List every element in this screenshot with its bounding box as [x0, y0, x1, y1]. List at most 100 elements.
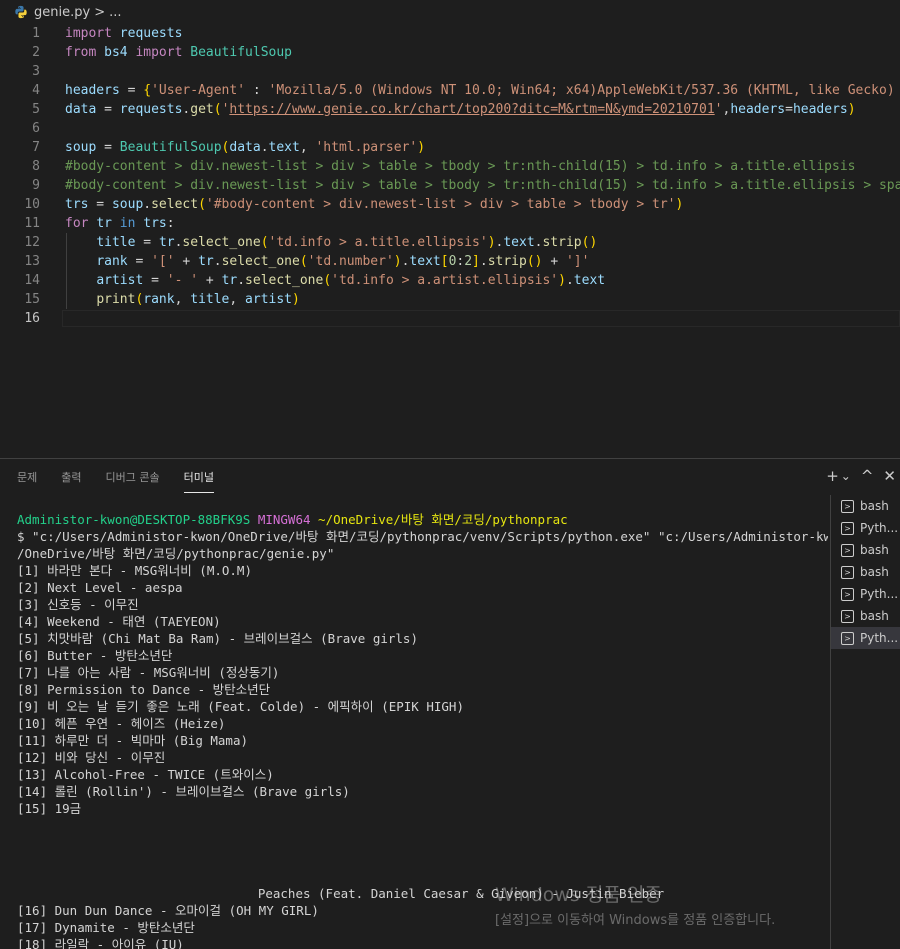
code-line[interactable]: 1 import requests — [0, 24, 900, 43]
close-panel-icon[interactable]: ✕ — [883, 467, 896, 485]
terminal-icon: > — [841, 499, 854, 513]
terminal-command-line-2: /OneDrive/바탕 화면/코딩/pythonprac/genie.py" — [17, 546, 335, 561]
code-line[interactable]: 10 trs = soup.select('#body-content > div… — [0, 195, 900, 214]
terminal-output-line: [1] 바라만 본다 - MSG워너비 (M.O.M) — [17, 563, 252, 578]
panel-tab[interactable]: 디버그 콘솔 — [106, 461, 160, 493]
line-number: 3 — [32, 64, 40, 79]
terminal-list-label: bash — [860, 565, 889, 579]
code-line[interactable]: 8 #body-content > div.newest-list > div >… — [0, 157, 900, 176]
line-number: 15 — [24, 292, 40, 307]
line-number: 5 — [32, 102, 40, 117]
code-line[interactable]: 15 print(rank, title, artist) — [0, 290, 900, 309]
prompt-path: ~/OneDrive/바탕 화면/코딩/pythonprac — [318, 512, 568, 527]
python-file-icon — [15, 5, 27, 19]
line-number: 2 — [32, 45, 40, 60]
terminal-output-line: [9] 비 오는 날 듣기 좋은 노래 (Feat. Colde) - 에픽하이… — [17, 699, 464, 714]
prompt-env: MINGW64 — [257, 512, 311, 527]
line-number: 11 — [24, 216, 40, 231]
breadcrumb: genie.py > ... — [0, 0, 900, 24]
code-text: data = requests.get('https://www.genie.c… — [65, 102, 856, 117]
code-text: print(rank, title, artist) — [96, 292, 300, 307]
terminal-output-line: [3] 신호등 - 이무진 — [17, 597, 139, 612]
terminal-list-item[interactable]: > bash — [831, 539, 900, 561]
terminal-output-line: [4] Weekend - 태연 (TAEYEON) — [17, 614, 221, 629]
watermark-subtitle: [설정]으로 이동하여 Windows를 정품 인증합니다. — [495, 913, 776, 928]
add-terminal-icon[interactable]: + — [826, 467, 839, 485]
terminal-output-line: [6] Butter - 방탄소년단 — [17, 648, 173, 663]
code-line[interactable]: 5 data = requests.get('https://www.genie.… — [0, 100, 900, 119]
terminal-list-item[interactable]: > bash — [831, 495, 900, 517]
line-number: 4 — [32, 83, 40, 98]
terminal-list-label: Pyth... — [860, 587, 899, 601]
terminal-list-item[interactable]: > bash — [831, 561, 900, 583]
terminal-list: > bash > Pyth... > bash > bash > Pyth... > bash > Pyt… — [830, 495, 900, 949]
code-line[interactable]: 16 — [0, 309, 900, 328]
terminal-icon: > — [841, 521, 854, 535]
panel-tab[interactable]: 문제 — [17, 461, 37, 493]
terminal-list-label: Pyth... — [860, 631, 899, 645]
code-text: rank = '[' + tr.select_one('td.number').… — [96, 254, 590, 269]
line-number: 6 — [32, 121, 40, 136]
code-line[interactable]: 7 soup = BeautifulSoup(data.text, 'html.p… — [0, 138, 900, 157]
chevron-right-icon: > — [94, 4, 106, 20]
terminal-output-line: [8] Permission to Dance - 방탄소년단 — [17, 682, 271, 697]
code-line[interactable]: 11 for tr in trs: — [0, 214, 900, 233]
chevron-down-icon[interactable]: ⌄ — [841, 469, 851, 483]
code-line[interactable]: 6 — [0, 119, 900, 138]
code-editor[interactable]: 1 import requests 2 from bs4 import Beautif… — [0, 24, 900, 458]
terminal-list-label: bash — [860, 543, 889, 557]
terminal-output-line: [5] 치맛바람 (Chi Mat Ba Ram) - 브레이브걸스 (Brav… — [17, 631, 418, 646]
prompt-user: Administor-kwon@DESKTOP-88BFK9S — [17, 512, 251, 527]
code-line[interactable]: 3 — [0, 62, 900, 81]
breadcrumb-more[interactable]: ... — [109, 5, 121, 20]
terminal-output-line: [11] 하루만 더 - 빅마마 (Big Mama) — [17, 733, 249, 748]
code-text: soup = BeautifulSoup(data.text, 'html.pa… — [65, 140, 426, 155]
panel-tab[interactable]: 출력 — [61, 461, 81, 493]
breadcrumb-file[interactable]: genie.py — [34, 5, 90, 20]
current-line-highlight — [62, 310, 900, 327]
maximize-panel-icon[interactable]: ^ — [861, 467, 874, 485]
windows-activation-watermark: Windows 정품 인증 [설정]으로 이동하여 Windows를 정품 인증… — [495, 880, 835, 928]
code-text: #body-content > div.newest-list > div > … — [65, 178, 900, 193]
code-line[interactable]: 2 from bs4 import BeautifulSoup — [0, 43, 900, 62]
panel-tabs: 문제 출력 디버그 콘솔 터미널 — [0, 459, 238, 495]
terminal-list-item[interactable]: > Pyth... — [831, 583, 900, 605]
terminal-icon: > — [841, 543, 854, 557]
terminal-list-item[interactable]: > Pyth... — [831, 627, 900, 649]
code-text: artist = '- ' + tr.select_one('td.info >… — [96, 273, 606, 288]
terminal-output-line: [15] 19금 — [17, 801, 82, 816]
code-text: #body-content > div.newest-list > div > … — [65, 159, 856, 174]
terminal-list-item[interactable]: > bash — [831, 605, 900, 627]
terminal-list-item[interactable]: > Pyth... — [831, 517, 900, 539]
terminal-list-label: bash — [860, 499, 889, 513]
line-number: 12 — [24, 235, 40, 250]
terminal-icon: > — [841, 587, 854, 601]
line-number: 9 — [32, 178, 40, 193]
terminal-output-line: [10] 헤픈 우연 - 헤이즈 (Heize) — [17, 716, 226, 731]
code-text: headers = {'User-Agent' : 'Mozilla/5.0 (… — [65, 83, 895, 98]
watermark-title: Windows 정품 인증 — [495, 884, 662, 906]
panel-tab[interactable]: 터미널 — [183, 461, 215, 493]
line-number: 16 — [24, 311, 40, 326]
terminal-output-line: [12] 비와 당신 - 이무진 — [17, 750, 166, 765]
line-number: 8 — [32, 159, 40, 174]
code-line[interactable]: 9 #body-content > div.newest-list > div >… — [0, 176, 900, 195]
terminal-output-line: [7] 나를 아는 사람 - MSG워너비 (정상동기) — [17, 665, 280, 680]
panel-actions: + ⌄ ^ ✕ — [826, 467, 900, 485]
code-line[interactable]: 13 rank = '[' + tr.select_one('td.number… — [0, 252, 900, 271]
line-number: 13 — [24, 254, 40, 269]
code-text: for tr in trs: — [65, 216, 175, 231]
terminal-list-label: Pyth... — [860, 521, 899, 535]
indent-guide — [66, 233, 67, 309]
code-line[interactable]: 14 artist = '- ' + tr.select_one('td.inf… — [0, 271, 900, 290]
terminal-icon: > — [841, 609, 854, 623]
code-line[interactable]: 4 headers = {'User-Agent' : 'Mozilla/5.0 … — [0, 81, 900, 100]
terminal-command-line-1: $ "c:/Users/Administor-kwon/OneDrive/바탕 … — [17, 529, 828, 544]
code-text: from bs4 import BeautifulSoup — [65, 45, 292, 60]
line-number: 7 — [32, 140, 40, 155]
terminal-output-line: [18] 라일락 - 아이유 (IU) — [17, 937, 184, 949]
terminal-output-line: [14] 롤린 (Rollin') - 브레이브걸스 (Brave girls) — [17, 784, 350, 799]
code-line[interactable]: 12 title = tr.select_one('td.info > a.ti… — [0, 233, 900, 252]
